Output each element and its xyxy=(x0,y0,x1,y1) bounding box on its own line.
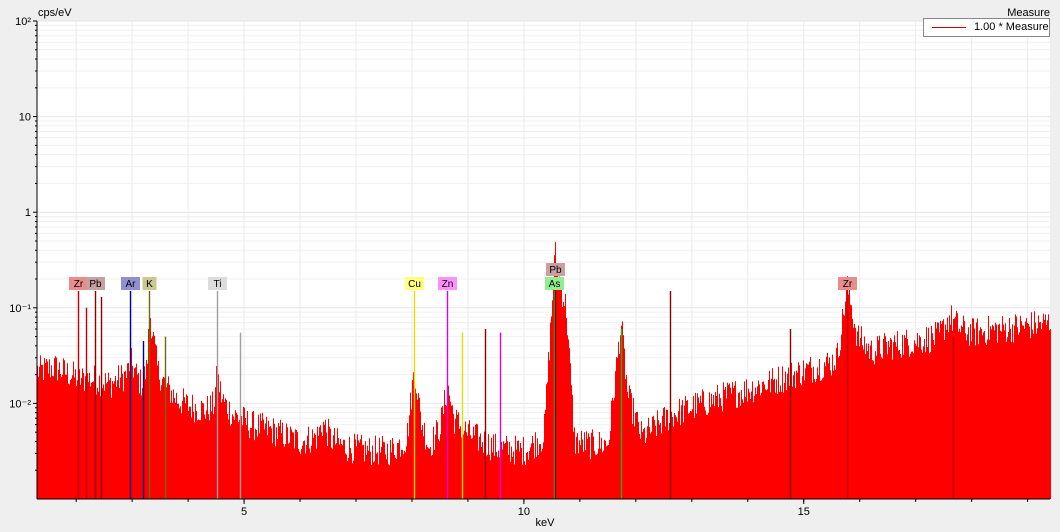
element-label-zr: Zr xyxy=(843,279,853,290)
element-label-k: K xyxy=(146,279,153,290)
element-label-as: As xyxy=(549,279,561,290)
element-label-cu: Cu xyxy=(408,279,421,290)
legend-swatch xyxy=(932,27,966,28)
y-tick-label: 10⁻¹ xyxy=(9,303,31,315)
x-axis-label: keV xyxy=(535,517,555,529)
y-tick-label: 10 xyxy=(19,112,31,124)
element-label-pb: Pb xyxy=(89,279,102,290)
y-tick-label: 10⁻² xyxy=(9,398,31,410)
element-label-zn: Zn xyxy=(442,279,454,290)
element-label-ar: Ar xyxy=(126,279,137,290)
y-tick-label: 1 xyxy=(25,207,31,219)
element-label-ti: Ti xyxy=(214,279,222,290)
element-label-pb: Pb xyxy=(549,265,562,276)
element-label-zr: Zr xyxy=(74,279,84,290)
spectrum-chart: Zr Pb Ar K Ti Cu Zn AsPbZr 10⁻²10⁻¹11010²5 10 15 xyxy=(9,16,1051,518)
legend: 1.00 * Measure xyxy=(923,18,1050,37)
y-axis-label: cps/eV xyxy=(38,7,72,19)
y-tick-label: 10² xyxy=(15,16,31,28)
legend-entry: 1.00 * Measure xyxy=(974,21,1049,33)
